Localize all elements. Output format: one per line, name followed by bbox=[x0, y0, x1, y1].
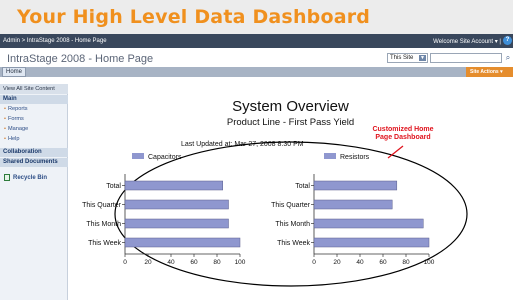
bar bbox=[124, 237, 241, 248]
category-label: This Month bbox=[86, 221, 121, 228]
category-label: This Quarter bbox=[271, 202, 311, 209]
bar bbox=[124, 180, 223, 191]
legend-swatch bbox=[132, 153, 144, 159]
category-label: Total bbox=[106, 183, 121, 190]
legend-label: Resistors bbox=[340, 154, 370, 161]
category-label: This Week bbox=[277, 240, 310, 247]
x-tick-label: 40 bbox=[167, 259, 175, 266]
x-tick-label: 60 bbox=[379, 259, 387, 266]
x-tick-label: 0 bbox=[123, 259, 127, 266]
bar bbox=[313, 218, 424, 229]
x-tick-label: 80 bbox=[213, 259, 221, 266]
x-tick-label: 40 bbox=[356, 259, 364, 266]
category-label: Total bbox=[295, 183, 310, 190]
bar bbox=[124, 199, 229, 210]
bar bbox=[313, 180, 398, 191]
category-label: This Quarter bbox=[82, 202, 122, 209]
bar bbox=[313, 199, 393, 210]
category-label: This Week bbox=[88, 240, 121, 247]
bar bbox=[313, 237, 430, 248]
legend-swatch bbox=[324, 153, 336, 159]
x-tick-label: 100 bbox=[424, 259, 435, 266]
x-tick-label: 20 bbox=[144, 259, 152, 266]
x-tick-label: 0 bbox=[312, 259, 316, 266]
legend-label: Capacitors bbox=[148, 154, 182, 161]
x-tick-label: 100 bbox=[235, 259, 246, 266]
x-tick-label: 60 bbox=[190, 259, 198, 266]
x-tick-label: 20 bbox=[333, 259, 341, 266]
bar bbox=[124, 218, 229, 229]
x-tick-label: 80 bbox=[402, 259, 410, 266]
category-label: This Month bbox=[275, 221, 310, 228]
charts-canvas: Capacitors 0 20 40 60 80 100 Total This Quarter T… bbox=[82, 141, 468, 287]
